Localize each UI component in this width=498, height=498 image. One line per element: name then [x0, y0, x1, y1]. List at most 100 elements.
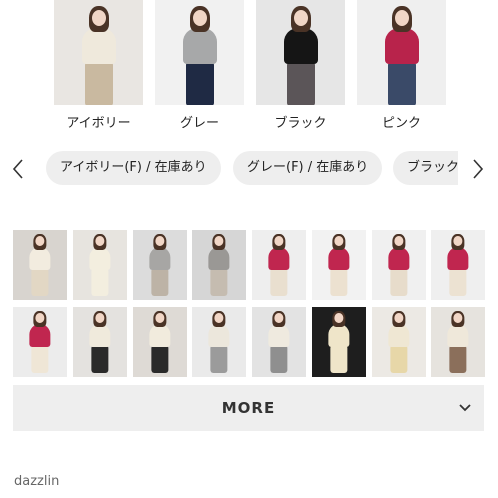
top-garment: [268, 247, 290, 270]
bottom-garment: [151, 345, 169, 373]
model-figure: [178, 6, 222, 105]
more-button[interactable]: MORE: [13, 385, 484, 431]
swatch-label: アイボリー: [66, 116, 131, 131]
gallery-thumbnail[interactable]: [192, 230, 246, 300]
head: [192, 10, 207, 26]
top-garment: [81, 28, 116, 64]
model-figure: [205, 233, 232, 296]
chevron-right-icon: [473, 159, 484, 179]
bottom-garment: [91, 345, 109, 373]
model-figure: [77, 6, 121, 105]
model-figure: [86, 310, 113, 373]
top-garment: [208, 324, 230, 347]
model-figure: [385, 310, 412, 373]
gallery-thumbnail[interactable]: [372, 230, 426, 300]
top-garment: [328, 247, 350, 270]
model-figure: [265, 233, 292, 296]
head: [293, 10, 308, 26]
gallery-thumbnail[interactable]: [13, 230, 67, 300]
variant-chip[interactable]: ブラック(F) / 在庫あり: [393, 151, 458, 185]
swatch-photo: [357, 0, 446, 105]
top-garment: [29, 324, 51, 347]
gallery-thumbnail[interactable]: [133, 307, 187, 377]
gallery-thumbnail[interactable]: [372, 307, 426, 377]
model-figure: [205, 310, 232, 373]
carousel-next-button[interactable]: [466, 154, 490, 184]
bottom-garment: [270, 268, 288, 296]
top-garment: [388, 247, 410, 270]
gallery-thumbnail[interactable]: [73, 230, 127, 300]
model-figure: [325, 233, 352, 296]
chip-track: アイボリー(F) / 在庫あり グレー(F) / 在庫あり ブラック(F) / …: [38, 150, 458, 188]
model-figure: [325, 310, 352, 373]
bottom-garment: [185, 62, 214, 105]
chevron-left-icon: [12, 159, 23, 179]
variant-chip[interactable]: グレー(F) / 在庫あり: [233, 151, 383, 185]
more-button-label: MORE: [221, 399, 276, 417]
top-garment: [29, 247, 51, 270]
bottom-garment: [449, 268, 467, 296]
top-garment: [447, 247, 469, 270]
bottom-garment: [151, 268, 169, 296]
bottom-garment: [31, 268, 49, 296]
bottom-garment: [210, 268, 228, 296]
top-garment: [388, 324, 410, 347]
gallery-thumbnail[interactable]: [312, 307, 366, 377]
top-garment: [182, 28, 217, 64]
model-figure: [26, 310, 53, 373]
variant-chip-carousel: アイボリー(F) / 在庫あり グレー(F) / 在庫あり ブラック(F) / …: [0, 150, 498, 188]
bottom-garment: [286, 62, 315, 105]
gallery-thumbnail[interactable]: [133, 230, 187, 300]
top-garment: [149, 247, 171, 270]
bottom-garment: [330, 345, 348, 373]
bottom-garment: [390, 345, 408, 373]
color-swatch-row: アイボリー グレー ブラック ピンク: [0, 0, 498, 132]
top-garment: [208, 247, 230, 270]
bottom-garment: [330, 268, 348, 296]
swatch-label: ピンク: [381, 116, 421, 131]
top-garment: [89, 324, 111, 347]
top-garment: [268, 324, 290, 347]
gallery-thumbnail[interactable]: [13, 307, 67, 377]
model-figure: [444, 310, 471, 373]
bottom-garment: [270, 345, 288, 373]
bottom-garment: [449, 345, 467, 373]
brand-name: dazzlin: [14, 474, 60, 489]
bottom-garment: [390, 268, 408, 296]
gallery-thumbnail[interactable]: [312, 230, 366, 300]
gallery-thumbnail[interactable]: [252, 230, 306, 300]
swatch-photo: [54, 0, 143, 105]
swatch-gray[interactable]: グレー: [155, 0, 244, 131]
head: [91, 10, 106, 26]
top-garment: [447, 324, 469, 347]
chevron-down-icon: [459, 404, 471, 412]
gallery-thumbnail[interactable]: [252, 307, 306, 377]
head: [394, 10, 409, 26]
gallery-thumbnail[interactable]: [431, 230, 485, 300]
model-figure: [385, 233, 412, 296]
swatch-black[interactable]: ブラック: [256, 0, 345, 131]
gallery-thumbnail[interactable]: [192, 307, 246, 377]
top-garment: [328, 324, 350, 347]
swatch-photo: [155, 0, 244, 105]
model-figure: [380, 6, 424, 105]
swatch-ivory[interactable]: アイボリー: [54, 0, 143, 131]
swatch-photo: [256, 0, 345, 105]
model-figure: [26, 233, 53, 296]
bottom-garment: [387, 62, 416, 105]
top-garment: [283, 28, 318, 64]
model-figure: [146, 310, 173, 373]
bottom-garment: [91, 268, 109, 296]
variant-chip[interactable]: アイボリー(F) / 在庫あり: [46, 151, 221, 185]
swatch-label: ブラック: [274, 116, 327, 131]
model-figure: [265, 310, 292, 373]
swatch-pink[interactable]: ピンク: [357, 0, 446, 131]
gallery-thumbnail[interactable]: [431, 307, 485, 377]
model-figure: [444, 233, 471, 296]
carousel-prev-button[interactable]: [6, 154, 30, 184]
swatch-label: グレー: [179, 116, 219, 131]
top-garment: [89, 247, 111, 270]
gallery-thumbnail[interactable]: [73, 307, 127, 377]
top-garment: [384, 28, 419, 64]
bottom-garment: [31, 345, 49, 373]
